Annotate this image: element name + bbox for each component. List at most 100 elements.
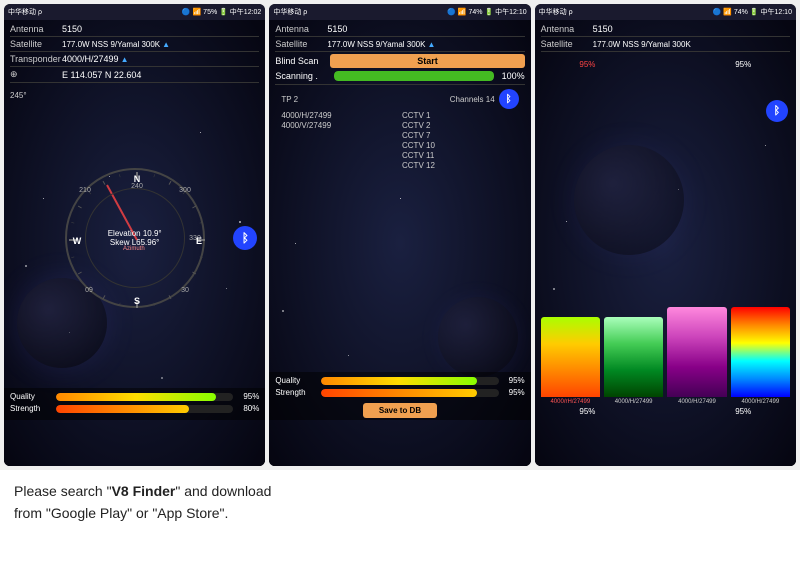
satellite-label-3: Satellite xyxy=(541,39,593,49)
tp-section: TP 2 Channels 14 ᛒ 4000/H/27499 4000/V/2… xyxy=(269,89,530,372)
compass-area-1: 245° xyxy=(4,87,265,388)
divider-1d xyxy=(10,82,259,83)
channel-cctv2: CCTV 2 xyxy=(402,121,519,130)
status-right-3: 🔵 📶 74% 🔋 中午12:10 xyxy=(713,7,792,17)
quality-fill-1 xyxy=(56,393,216,401)
info-section-1: Antenna 5150 Satellite 177.0W NSS 9/Yama… xyxy=(4,20,265,87)
bar-item-3: 4000/H/27499 xyxy=(667,307,726,405)
bar-item-2: 4000/H/27499 xyxy=(604,317,663,405)
channel-cctv11: CCTV 11 xyxy=(402,151,519,160)
transponder-row-1: Transponder 4000/H/27499 ▲ xyxy=(10,54,259,64)
bar-visual-3 xyxy=(667,307,726,397)
transponders-channels: 4000/H/27499 4000/V/27499 CCTV 1 CCTV 2 … xyxy=(275,111,524,171)
status-left-1: 中华移动 ρ xyxy=(8,7,42,17)
info-section-3: Antenna 5150 Satellite 177.0W NSS 9/Yama… xyxy=(535,20,796,56)
start-button[interactable]: Start xyxy=(330,54,524,68)
transponder-item-1: 4000/H/27499 xyxy=(281,111,398,120)
quality-label-2: Quality xyxy=(275,376,317,385)
svg-text:W: W xyxy=(72,236,81,246)
signal-visual-area-3: 95% 95% 4000/rH/27499 4000/H/ xyxy=(535,56,796,420)
strength-row-2: Strength 95% xyxy=(275,388,524,397)
strength-pct-2: 95% xyxy=(503,388,525,397)
bars-container: 4000/rH/27499 4000/H/27499 4000/H/27499 xyxy=(541,71,790,405)
location-value-1: E 114.057 N 22.604 xyxy=(62,70,141,80)
strength-track-1 xyxy=(56,405,233,413)
strength-row-1: Strength 80% xyxy=(10,404,259,413)
status-right-1: 🔵 📶 75% 🔋 中午12:02 xyxy=(182,7,261,17)
scanning-track xyxy=(334,71,493,81)
satellite-row-3: Satellite 177.0W NSS 9/Yamal 300K xyxy=(541,39,790,49)
arrow-icon-1: ▲ xyxy=(162,40,170,49)
divider-2b xyxy=(275,51,524,52)
save-to-db-button[interactable]: Save to DB xyxy=(363,403,437,418)
quality-pct-2: 95% xyxy=(503,376,525,385)
transponder-value-1: 4000/H/27499 xyxy=(62,54,119,64)
status-bar-1: 中华移动 ρ 🔵 📶 75% 🔋 中午12:02 xyxy=(4,4,265,20)
svg-text:09: 09 xyxy=(85,287,93,294)
strength-label-2: Strength xyxy=(275,388,317,397)
status-right-2: 🔵 📶 74% 🔋 中午12:10 xyxy=(447,7,526,17)
quality-track-1 xyxy=(56,393,233,401)
top-pct-row: 95% 95% xyxy=(541,60,790,69)
bar-item-1: 4000/rH/27499 xyxy=(541,317,600,405)
satellite-value-2: 177.0W NSS 9/Yamal 300K xyxy=(327,40,425,49)
phone-screen-3: 中华移动 ρ 🔵 📶 74% 🔋 中午12:10 Anten xyxy=(535,4,796,466)
tp-header-row: TP 2 Channels 14 ᛒ xyxy=(275,89,524,109)
satellite-row-1: Satellite 177.0W NSS 9/Yamal 300K ▲ xyxy=(10,39,259,49)
antenna-value-2: 5150 xyxy=(327,24,347,34)
strength-fill-2 xyxy=(321,389,477,397)
antenna-value-1: 5150 xyxy=(62,24,82,34)
divider-1a xyxy=(10,36,259,37)
svg-text:N: N xyxy=(133,174,140,184)
quality-track-2 xyxy=(321,377,498,385)
scanning-label: Scanning . xyxy=(275,71,330,81)
quality-fill-2 xyxy=(321,377,477,385)
skew-label-1: Skew L65.96° xyxy=(108,238,162,247)
quality-row-1: Quality 95% xyxy=(10,392,259,401)
channel-cctv10: CCTV 10 xyxy=(402,141,519,150)
screen-content-3: Antenna 5150 Satellite 177.0W NSS 9/Yama… xyxy=(535,20,796,466)
footer-brand: V8 Finder xyxy=(112,483,176,499)
satellite-row-2: Satellite 177.0W NSS 9/Yamal 300K ▲ xyxy=(275,39,524,49)
svg-text:E: E xyxy=(196,236,202,246)
svg-text:210: 210 xyxy=(79,187,91,194)
bar-label-3: 4000/H/27499 xyxy=(678,399,716,405)
channels-count: Channels 14 xyxy=(388,95,495,104)
channel-cctv1: CCTV 1 xyxy=(402,111,519,120)
bottom-pct-row: 95% 95% xyxy=(541,407,790,416)
quality-row-2: Quality 95% xyxy=(275,376,524,385)
phone-screen-1: 中华移动 ρ 🔵 📶 75% 🔋 中午12:02 xyxy=(4,4,265,466)
blind-scan-row: Blind Scan Start xyxy=(275,54,524,68)
pct-bot-2: 95% xyxy=(712,407,774,416)
strength-fill-1 xyxy=(56,405,189,413)
location-row-1: ⊕ E 114.057 N 22.604 xyxy=(10,69,259,80)
antenna-label-2: Antenna xyxy=(275,24,327,34)
elevation-label-1: Elevation 10.9° xyxy=(108,229,162,238)
tp-label: TP 2 xyxy=(281,95,388,104)
pct-top-2: 95% xyxy=(712,60,774,69)
pct-bot-1: 95% xyxy=(556,407,618,416)
bluetooth-icon-2[interactable]: ᛒ xyxy=(499,89,519,109)
satellite-value-1: 177.0W NSS 9/Yamal 300K xyxy=(62,40,160,49)
bluetooth-icon-3[interactable]: ᛒ xyxy=(766,100,788,122)
screenshots-row: 中华移动 ρ 🔵 📶 75% 🔋 中午12:02 xyxy=(0,0,800,470)
svg-text:300: 300 xyxy=(179,187,191,194)
save-btn-container: Save to DB xyxy=(275,400,524,418)
strength-track-2 xyxy=(321,389,498,397)
antenna-row-3: Antenna 5150 xyxy=(541,24,790,34)
scanning-row: Scanning . 100% xyxy=(275,71,524,81)
location-icon-1: ⊕ xyxy=(10,69,62,80)
compass-center-1: Elevation 10.9° Skew L65.96° xyxy=(108,229,162,247)
bluetooth-icon-1[interactable]: ᛒ xyxy=(233,226,257,250)
phone-screen-2: 中华移动 ρ 🔵 📶 74% 🔋 中午12:10 Antenna xyxy=(269,4,530,466)
bottom-bars-1: Quality 95% Strength 80% xyxy=(4,388,265,420)
bar-label-2: 4000/H/27499 xyxy=(615,399,653,405)
pct-top-1: 95% xyxy=(556,60,618,69)
footer-text: Please search "V8 Finder" and downloadfr… xyxy=(0,470,800,533)
bar-visual-4 xyxy=(731,307,790,397)
info-section-2: Antenna 5150 Satellite 177.0W NSS 9/Yama… xyxy=(269,20,530,89)
arrow-icon-1b: ▲ xyxy=(121,55,129,64)
antenna-row-1: Antenna 5150 xyxy=(10,24,259,34)
screen-content-1: Antenna 5150 Satellite 177.0W NSS 9/Yama… xyxy=(4,20,265,466)
antenna-value-3: 5150 xyxy=(593,24,613,34)
